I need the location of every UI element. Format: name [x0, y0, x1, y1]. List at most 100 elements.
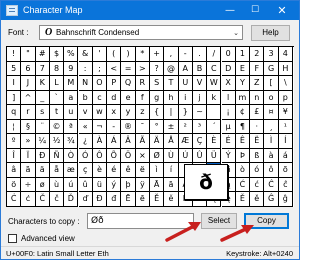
close-icon[interactable]: ✕ — [271, 1, 293, 20]
character-cell[interactable]: ò — [235, 163, 251, 178]
character-cell[interactable]: / — [207, 47, 222, 62]
character-cell[interactable]: ó — [250, 163, 265, 178]
character-cell[interactable]: Ã — [135, 134, 150, 149]
character-cell[interactable]: ê — [121, 163, 136, 178]
character-cell[interactable]: > — [135, 61, 150, 76]
character-cell[interactable]: ď — [78, 192, 93, 207]
character-cell[interactable]: Û — [192, 148, 208, 163]
character-cell[interactable]: " — [21, 47, 36, 62]
character-cell[interactable]: ¬ — [92, 119, 108, 134]
character-cell[interactable]: E — [235, 61, 251, 76]
character-cell[interactable]: » — [21, 134, 36, 149]
character-grid[interactable]: ! " # $% & '() * +, -./0 1 2 3 4 5 6 7 8 9:; < = >? @ A B C D E F G H… — [6, 46, 294, 207]
character-cell[interactable]: õ — [278, 163, 293, 178]
character-cell[interactable]: Ù — [164, 148, 179, 163]
character-cell[interactable]: Z — [250, 76, 265, 91]
character-cell[interactable]: Ä — [150, 134, 165, 149]
character-cell[interactable]: * — [135, 47, 150, 62]
maximize-icon[interactable]: ☐ — [244, 1, 266, 20]
character-cell[interactable]: á — [278, 148, 293, 163]
character-cell[interactable]: C — [207, 61, 222, 76]
character-cell[interactable]: i — [178, 90, 193, 105]
character-cell[interactable]: é — [107, 163, 122, 178]
character-cell[interactable]: 5 — [7, 61, 22, 76]
character-cell[interactable]: ¢ — [235, 105, 251, 120]
character-cell[interactable]: P — [107, 76, 122, 91]
character-cell[interactable]: y — [121, 105, 136, 120]
character-cell[interactable]: À — [92, 134, 108, 149]
character-cell[interactable]: W — [207, 76, 222, 91]
character-cell[interactable]: Ç — [192, 134, 208, 149]
character-cell[interactable]: ½ — [49, 134, 65, 149]
character-cell[interactable]: Ď — [64, 192, 79, 207]
character-cell[interactable]: I — [7, 76, 22, 91]
character-cell[interactable]: , — [164, 47, 179, 62]
character-cell[interactable]: ± — [164, 119, 179, 134]
character-cell[interactable]: ě — [250, 192, 265, 207]
character-cell[interactable]: { — [150, 105, 165, 120]
character-cell[interactable]: J — [21, 76, 36, 91]
character-cell[interactable]: Æ — [178, 134, 193, 149]
character-cell[interactable]: ĝ — [278, 192, 293, 207]
chevron-down-icon[interactable]: ⌄ — [233, 28, 239, 38]
character-cell[interactable]: × — [135, 148, 150, 163]
character-cell[interactable]: È — [207, 134, 222, 149]
character-cell[interactable]: č — [49, 192, 65, 207]
character-cell[interactable]: Ć — [235, 177, 251, 192]
character-cell[interactable]: 8 — [49, 61, 65, 76]
character-cell[interactable]: § — [21, 119, 36, 134]
character-cell[interactable]: # — [35, 47, 50, 62]
character-cell[interactable]: Y — [235, 76, 251, 91]
character-cell[interactable]: Ñ — [49, 148, 65, 163]
character-cell[interactable]: g — [150, 90, 165, 105]
character-cell[interactable]: Ú — [178, 148, 193, 163]
character-cell[interactable]: ¶ — [235, 119, 251, 134]
character-cell[interactable]: ø — [35, 177, 50, 192]
character-cell[interactable]: ] — [7, 90, 22, 105]
character-cell[interactable]: ¼ — [35, 134, 50, 149]
character-cell[interactable]: ( — [107, 47, 122, 62]
character-cell[interactable]: z — [135, 105, 150, 120]
character-cell[interactable]: º — [7, 134, 22, 149]
character-cell[interactable]: ç — [78, 163, 93, 178]
character-cell[interactable]: H — [278, 61, 293, 76]
character-cell[interactable]: ~ — [192, 105, 208, 120]
character-cell[interactable]: | — [164, 105, 179, 120]
character-cell[interactable]: Ē — [121, 192, 136, 207]
character-cell[interactable]: ¾ — [64, 134, 79, 149]
character-cell[interactable]: - — [107, 119, 122, 134]
character-cell[interactable]: x — [107, 105, 122, 120]
character-cell[interactable]: ÷ — [21, 177, 36, 192]
character-cell[interactable]: = — [121, 61, 136, 76]
character-cell[interactable]: Č — [35, 192, 50, 207]
character-cell[interactable]: ; — [92, 61, 108, 76]
character-cell[interactable]: F — [250, 61, 265, 76]
character-cell[interactable]: Ó — [78, 148, 93, 163]
character-cell[interactable]: Ø — [150, 148, 165, 163]
character-cell[interactable]: ° — [150, 119, 165, 134]
character-cell[interactable]: ì — [150, 163, 165, 178]
character-cell[interactable]: à — [264, 148, 279, 163]
character-cell[interactable]: @ — [164, 61, 179, 76]
character-cell[interactable]: q — [7, 105, 22, 120]
character-cell[interactable]: ? — [150, 61, 165, 76]
character-cell[interactable]: £ — [250, 105, 265, 120]
character-cell[interactable]: ' — [92, 47, 108, 62]
character-cell[interactable]: ® — [121, 119, 136, 134]
character-cell[interactable]: . — [192, 47, 208, 62]
character-cell[interactable]: 9 — [64, 61, 79, 76]
minimize-icon[interactable]: — — [219, 1, 241, 20]
character-cell[interactable]: o — [264, 90, 279, 105]
character-cell[interactable]: Á — [107, 134, 122, 149]
character-cell[interactable]: _ — [35, 90, 50, 105]
font-dropdown[interactable]: O Bahnschrift Condensed ⌄ — [39, 25, 243, 40]
character-cell[interactable]: Ö — [121, 148, 136, 163]
character-cell[interactable]: 2 — [250, 47, 265, 62]
character-cell[interactable]: í — [164, 163, 179, 178]
character-cell[interactable]: â — [7, 163, 22, 178]
character-cell[interactable]: ´ — [207, 119, 222, 134]
character-cell[interactable]: $ — [49, 47, 65, 62]
character-cell[interactable]: Ý — [221, 148, 236, 163]
character-cell[interactable]: S — [150, 76, 165, 91]
character-cell[interactable]: 3 — [264, 47, 279, 62]
